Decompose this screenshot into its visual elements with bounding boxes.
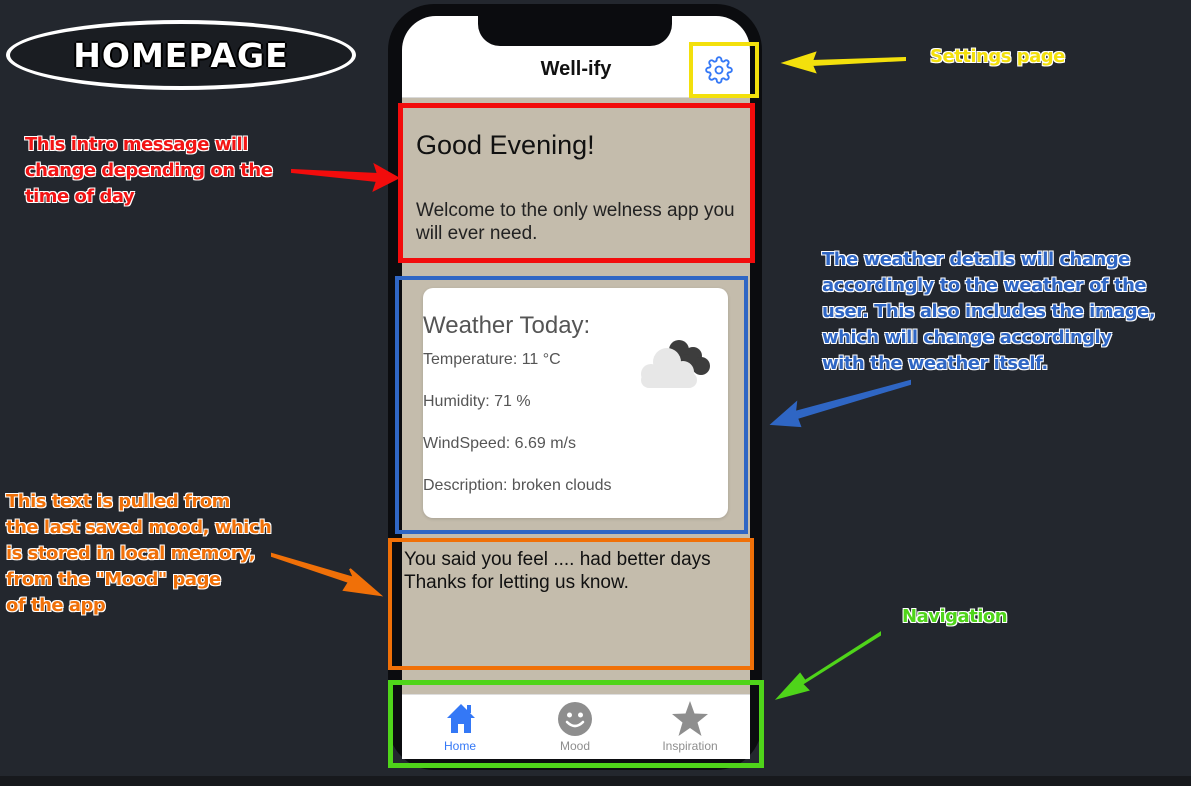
settings-arrow bbox=[780, 51, 906, 74]
intro-arrow bbox=[291, 162, 401, 192]
annotation-arrows bbox=[271, 51, 911, 700]
navigation-arrow bbox=[774, 631, 881, 700]
weather-arrow bbox=[769, 379, 911, 428]
mood-arrow bbox=[271, 552, 384, 597]
